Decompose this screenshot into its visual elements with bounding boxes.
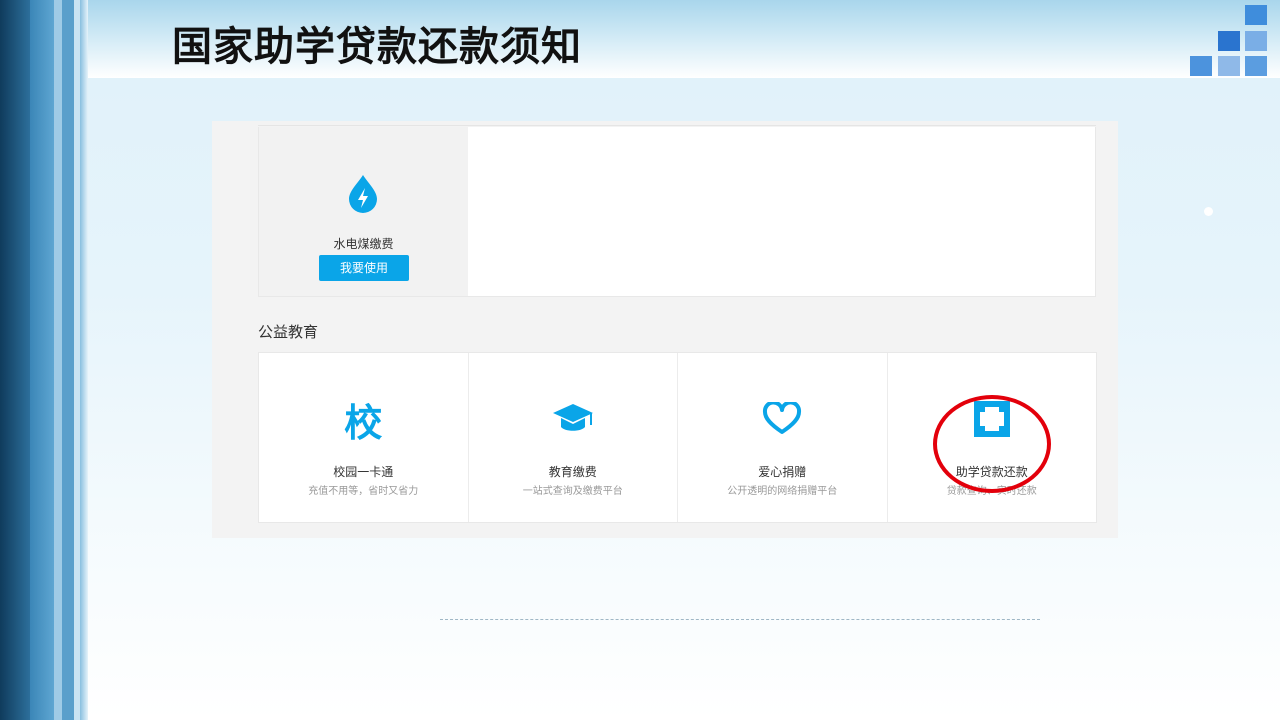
top-divider — [258, 125, 1096, 126]
use-button[interactable]: 我要使用 — [319, 255, 409, 281]
section-title: 公益教育 — [258, 323, 319, 341]
education-payment-subtitle: 一站式查询及缴费平台 — [522, 486, 623, 497]
charity-donation-title: 爱心捐赠 — [758, 465, 807, 479]
education-payment-title: 教育缴费 — [548, 465, 597, 479]
left-decorative-stripes — [0, 0, 88, 720]
highlight-circle — [933, 395, 1051, 493]
water-drop-lightning-icon — [349, 175, 377, 213]
charity-donation-tile[interactable]: 爱心捐赠 公开透明的网络捐赠平台 — [678, 353, 888, 522]
decorative-dot — [1204, 207, 1213, 216]
charity-donation-subtitle: 公开透明的网络捐赠平台 — [727, 486, 838, 497]
page-title: 国家助学贷款还款须知 — [172, 23, 582, 70]
utility-payment-label: 水电煤缴费 — [333, 237, 394, 251]
dashed-divider — [440, 619, 1040, 620]
heart-icon — [763, 402, 802, 434]
utility-card: 水电煤缴费 我要使用 — [258, 127, 1096, 297]
campus-card-title: 校园一卡通 — [333, 465, 394, 479]
education-payment-tile[interactable]: 教育缴费 一站式查询及缴费平台 — [469, 353, 678, 522]
graduation-cap-icon — [552, 404, 593, 431]
campus-card-subtitle: 充值不用等，省时又省力 — [308, 486, 419, 497]
utility-payment-tile[interactable]: 水电煤缴费 我要使用 — [259, 127, 468, 296]
campus-card-tile[interactable]: 校 校园一卡通 充值不用等，省时又省力 — [259, 353, 469, 522]
school-character-icon: 校 — [344, 400, 383, 445]
